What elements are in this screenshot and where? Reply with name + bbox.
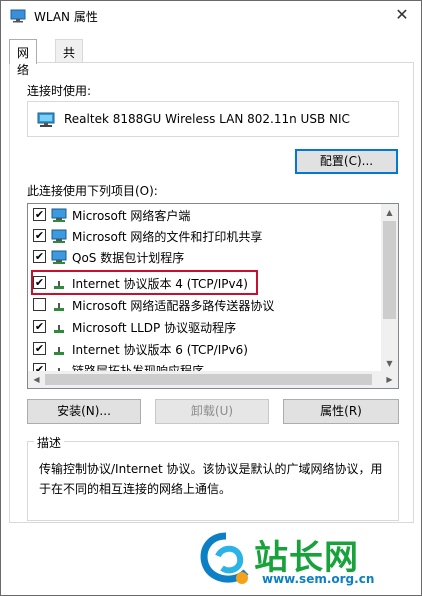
item-label: Microsoft 网络的文件和打印机共享 xyxy=(72,230,263,244)
checkbox[interactable]: ✔ xyxy=(33,250,46,263)
adapter-name: Realtek 8188GU Wireless LAN 802.11n USB … xyxy=(64,112,350,126)
checkbox[interactable]: ✔ xyxy=(33,320,46,333)
connect-using-label: 连接时使用: xyxy=(27,84,92,98)
title-bar[interactable]: WLAN 属性 ✕ xyxy=(1,1,421,31)
network-client-icon xyxy=(51,250,67,264)
list-item[interactable]: ✔ Internet 协议版本 6 (TCP/IPv6) xyxy=(28,338,378,360)
list-item[interactable]: ✔ Microsoft LLDP 协议驱动程序 xyxy=(28,316,378,338)
adapter-box: Realtek 8188GU Wireless LAN 802.11n USB … xyxy=(27,101,399,137)
item-label: Microsoft 网络适配器多路传送器协议 xyxy=(72,299,275,313)
scroll-down-icon[interactable]: ▼ xyxy=(381,355,398,372)
properties-button[interactable]: 属性(R) xyxy=(283,399,399,424)
vertical-scrollbar[interactable]: ▲ ▼ xyxy=(381,204,398,372)
item-label: Microsoft 网络客户端 xyxy=(72,209,191,223)
protocol-icon xyxy=(54,347,64,355)
description-group: 描述 传输控制协议/Internet 协议。该协议是默认的广域网络协议，用于在不… xyxy=(27,434,399,521)
item-label: Microsoft LLDP 协议驱动程序 xyxy=(72,321,237,335)
scroll-right-icon[interactable]: ▶ xyxy=(381,371,398,388)
protocol-icon xyxy=(54,325,64,333)
list-item[interactable]: Microsoft 网络适配器多路传送器协议 xyxy=(28,294,378,316)
checkbox[interactable] xyxy=(33,298,46,311)
network-client-icon xyxy=(51,208,67,222)
network-adapter-icon xyxy=(37,112,55,127)
items-label: 此连接使用下列项目(O): xyxy=(27,184,158,198)
checkbox[interactable]: ✔ xyxy=(33,342,46,355)
protocol-icon xyxy=(54,303,64,311)
network-tab-panel: 连接时使用: Realtek 8188GU Wireless LAN 802.1… xyxy=(9,62,414,523)
close-icon[interactable]: ✕ xyxy=(391,5,413,25)
description-text: 传输控制协议/Internet 协议。该协议是默认的广域网络协议，用于在不同的相… xyxy=(39,462,383,496)
checkbox[interactable]: ✔ xyxy=(33,229,46,242)
wlan-properties-dialog: WLAN 属性 ✕ 网络 共享 连接时使用: Realtek 8188GU Wi… xyxy=(0,0,422,596)
description-label: 描述 xyxy=(34,434,65,451)
horizontal-scrollbar[interactable]: ◀ ▶ xyxy=(28,371,398,388)
window-title: WLAN 属性 xyxy=(34,10,98,24)
highlight-box xyxy=(31,270,258,295)
item-label: Internet 协议版本 6 (TCP/IPv6) xyxy=(72,343,248,357)
watermark-swirl-icon xyxy=(200,532,249,584)
list-item[interactable]: ✔ QoS 数据包计划程序 xyxy=(28,246,378,268)
checkbox[interactable]: ✔ xyxy=(33,208,46,221)
horizontal-scroll-thumb[interactable] xyxy=(45,374,372,385)
list-item[interactable]: ✔ Microsoft 网络的文件和打印机共享 xyxy=(28,225,378,247)
tab-network[interactable]: 网络 xyxy=(9,39,38,77)
network-adapter-icon xyxy=(10,9,26,23)
watermark-logo: 站长网 www.sem.org.cn xyxy=(196,528,418,593)
watermark-url: www.sem.org.cn xyxy=(262,572,375,586)
install-button[interactable]: 安装(N)... xyxy=(27,399,141,424)
configure-button[interactable]: 配置(C)... xyxy=(295,149,398,174)
scroll-up-icon[interactable]: ▲ xyxy=(381,204,398,221)
tab-sharing[interactable]: 共享 xyxy=(55,39,84,77)
uninstall-button[interactable]: 卸载(U) xyxy=(155,399,269,424)
list-item[interactable]: ✔ Microsoft 网络客户端 xyxy=(28,204,378,226)
scroll-left-icon[interactable]: ◀ xyxy=(28,371,45,388)
items-list[interactable]: ✔ Microsoft 网络客户端 ✔ Microsoft 网络的文件和打印机共… xyxy=(27,203,399,389)
item-label: QoS 数据包计划程序 xyxy=(72,251,185,265)
network-client-icon xyxy=(51,229,67,243)
vertical-scroll-thumb[interactable] xyxy=(383,221,396,319)
